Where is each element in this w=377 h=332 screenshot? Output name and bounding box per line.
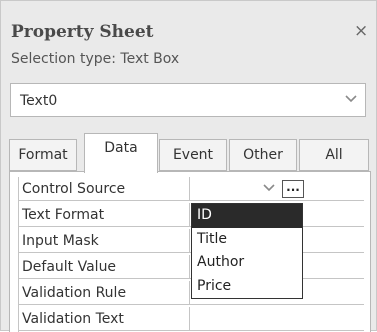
tab-all[interactable]: All <box>299 139 369 171</box>
tab-data[interactable]: Data <box>84 133 158 173</box>
close-icon[interactable]: × <box>354 21 368 41</box>
tab-format[interactable]: Format <box>9 139 77 171</box>
dropdown-option-author[interactable]: Author <box>192 251 302 275</box>
property-row-validation-text[interactable]: Validation Text <box>18 307 364 331</box>
selection-type-label: Selection type: Text Box <box>11 51 180 67</box>
dropdown-option-title[interactable]: Title <box>192 228 302 252</box>
dropdown-option-id[interactable]: ID <box>192 204 302 228</box>
builder-button[interactable]: ... <box>282 180 304 198</box>
object-selector[interactable]: Text0 <box>10 83 366 117</box>
tab-event[interactable]: Event <box>159 139 227 171</box>
tab-other[interactable]: Other <box>229 139 297 171</box>
property-row-control-source[interactable]: Control Source <box>18 177 364 201</box>
property-label: Validation Rule <box>18 281 190 305</box>
property-sheet-panel: Property Sheet × Selection type: Text Bo… <box>0 0 377 332</box>
property-label: Input Mask <box>18 229 190 253</box>
property-label: Validation Text <box>18 307 190 331</box>
property-value[interactable] <box>190 307 364 331</box>
chevron-down-icon[interactable] <box>341 90 361 110</box>
dropdown-option-price[interactable]: Price <box>192 275 302 299</box>
property-label: Control Source <box>18 177 190 201</box>
property-label: Text Format <box>18 203 190 227</box>
chevron-down-icon[interactable] <box>259 182 279 198</box>
property-label: Default Value <box>18 255 190 279</box>
control-source-dropdown-list: ID Title Author Price <box>191 203 303 299</box>
panel-title: Property Sheet <box>11 22 154 42</box>
object-selector-value: Text0 <box>20 93 58 109</box>
